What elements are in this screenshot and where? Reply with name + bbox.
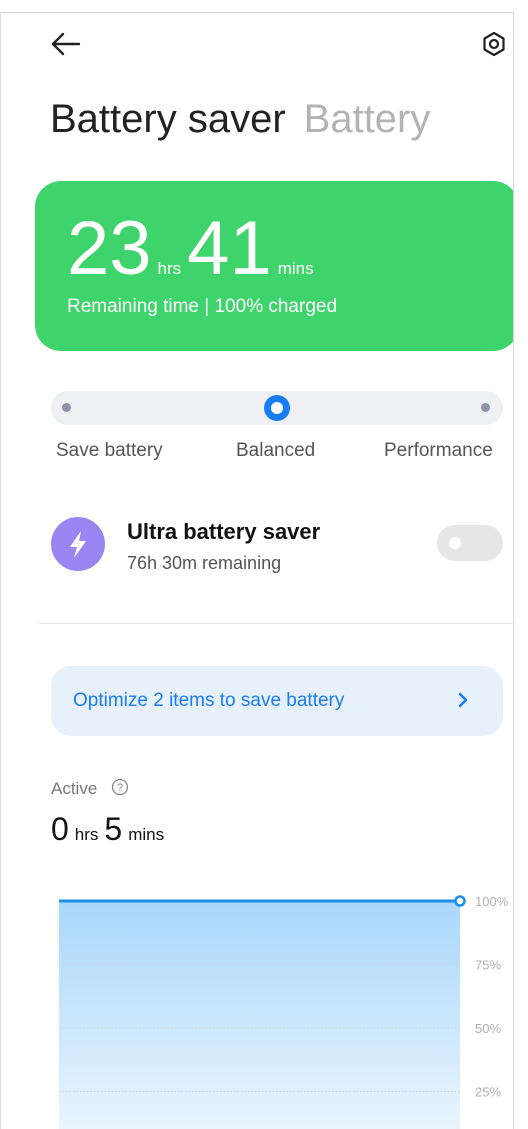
tab-bar: Battery saver Battery (50, 95, 430, 143)
section-divider (39, 623, 513, 624)
mode-slider[interactable] (51, 391, 503, 425)
battery-level-chart: 100% 75% 50% 25% (59, 894, 509, 1129)
minutes-unit: mins (277, 259, 314, 278)
remaining-hours: 23 (67, 206, 152, 291)
back-arrow-icon[interactable] (51, 31, 81, 57)
ultra-saver-icon-badge (51, 517, 105, 571)
slider-stop-performance[interactable] (481, 403, 490, 412)
top-bar (1, 13, 513, 73)
ultra-saver-toggle[interactable] (437, 525, 503, 561)
optimize-label: Optimize 2 items to save battery (73, 690, 345, 711)
battery-screen: Battery saver Battery 23 hrs 41 mins Remaini… (0, 12, 514, 1129)
optimize-banner[interactable]: Optimize 2 items to save battery (51, 666, 503, 736)
ultra-saver-title: Ultra battery saver (127, 519, 321, 544)
y-tick-label: 75% (475, 958, 501, 973)
svg-text:?: ? (117, 782, 123, 794)
lightning-bolt-icon (70, 531, 86, 558)
active-hours: 0 (51, 811, 69, 847)
active-time: 0 hrs 5 mins (51, 811, 170, 848)
ultra-saver-subtitle: 76h 30m remaining (127, 553, 282, 573)
remaining-time: 23 hrs 41 mins (67, 209, 320, 289)
y-tick-label: 25% (475, 1085, 501, 1100)
battery-area-fill (59, 901, 460, 1129)
mode-save-battery[interactable]: Save battery (56, 440, 163, 462)
slider-stop-save[interactable] (62, 403, 71, 412)
y-tick-label: 100% (475, 894, 509, 909)
remaining-subtitle: Remaining time | 100% charged (67, 296, 338, 317)
question-circle-icon[interactable]: ? (111, 778, 129, 796)
settings-hexagon-icon[interactable] (481, 31, 507, 57)
hours-unit: hrs (157, 259, 182, 278)
y-tick-label: 50% (475, 1021, 501, 1036)
chevron-right-icon (458, 692, 468, 708)
mode-performance[interactable]: Performance (384, 440, 493, 462)
tab-battery[interactable]: Battery (304, 97, 431, 141)
active-minutes: 5 (104, 811, 123, 847)
tab-battery-saver[interactable]: Battery saver (50, 97, 286, 141)
active-minutes-unit: mins (128, 825, 165, 844)
active-label: Active (51, 779, 98, 798)
remaining-minutes: 41 (187, 206, 272, 291)
remaining-time-card: 23 hrs 41 mins Remaining time | 100% charge… (35, 181, 513, 351)
battery-level-endpoint (454, 895, 466, 907)
slider-knob[interactable] (264, 395, 290, 421)
active-hours-unit: hrs (74, 825, 99, 844)
mode-balanced[interactable]: Balanced (236, 440, 315, 462)
